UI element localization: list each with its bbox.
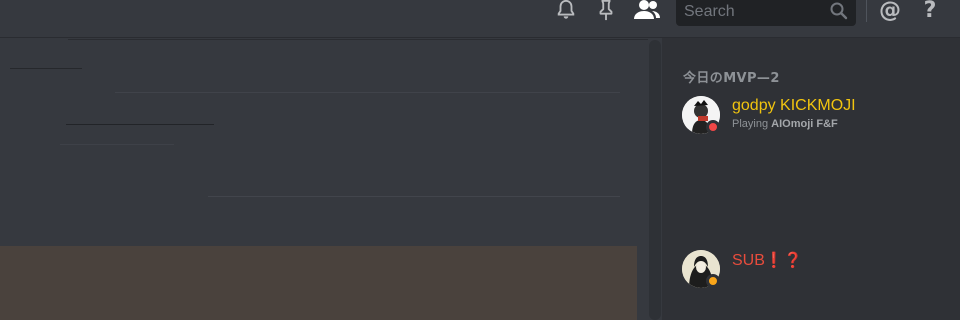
search-placeholder: Search [684,3,735,20]
member-group-header: 今日のMVP—2 [683,71,780,86]
at-glyph: @ [879,0,901,23]
help-glyph: ? [923,0,937,23]
member-item[interactable]: godpy KICKMOJI Playing AIOmoji F&F [682,96,952,138]
search-input[interactable]: Search [676,0,856,26]
pin-icon[interactable] [594,0,618,21]
help-icon[interactable]: ? [918,0,942,23]
chat-area[interactable] [0,38,648,320]
member-name-text: SUB [732,252,765,269]
search-icon [830,2,848,24]
at-icon[interactable]: @ [878,0,902,23]
member-name-emoji: ❗❓ [764,252,803,269]
members-icon[interactable] [632,0,662,20]
member-activity: Playing AIOmoji F&F [732,118,838,130]
channel-header: Search @ ? [0,0,960,38]
faint-line [10,68,82,69]
activity-prefix: Playing [732,118,769,130]
toolbar-divider [866,0,867,22]
faint-line [115,92,620,93]
faint-line [68,39,648,40]
member-name: godpy KICKMOJI [732,97,856,114]
member-item[interactable]: SUB❗❓ [682,250,952,292]
activity-game: AIOmoji F&F [771,118,838,130]
faint-line [208,196,620,197]
scrollbar[interactable] [649,40,661,320]
faint-line [66,124,214,125]
app-window: Search @ ? 今日のMVP—2 godpy KICKMOJI Playi… [0,0,960,320]
faint-line [60,144,174,145]
member-list: 今日のMVP—2 godpy KICKMOJI Playing AIOmoji … [662,38,960,320]
message-embed [0,246,637,320]
status-dnd-icon [706,120,720,134]
bell-icon[interactable] [554,0,578,20]
member-name: SUB❗❓ [732,251,802,270]
status-idle-icon [706,274,720,288]
